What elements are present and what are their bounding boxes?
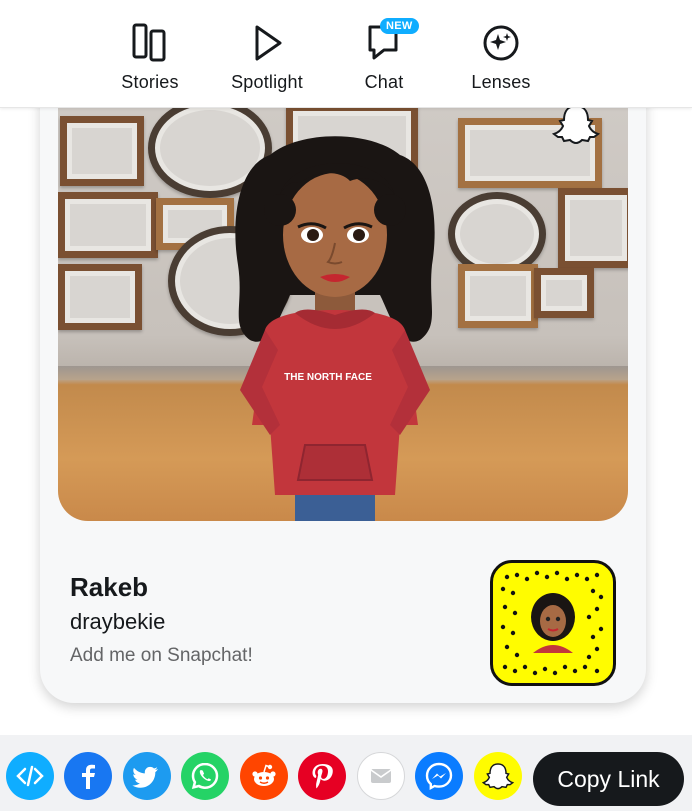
top-navigation: Stories Spotlight Chat NEW Lenses — [0, 0, 692, 108]
profile-username: draybekie — [70, 609, 166, 634]
hoodie-logo-text: THE NORTH FACE — [284, 372, 372, 383]
share-facebook-button[interactable] — [64, 752, 112, 800]
messenger-icon — [425, 762, 453, 791]
reddit-icon — [252, 764, 276, 786]
twitter-icon — [132, 766, 158, 788]
wall-frame — [60, 116, 144, 186]
share-twitter-button[interactable] — [123, 752, 171, 800]
lenses-sparkle-icon — [481, 22, 521, 62]
nav-chat-label: Chat — [364, 72, 404, 92]
facebook-icon — [82, 764, 95, 789]
snapcode[interactable] — [490, 560, 616, 686]
nav-lenses-label: Lenses — [471, 72, 531, 92]
snapchat-ghost-icon — [482, 763, 514, 790]
nav-spotlight-label: Spotlight — [231, 72, 303, 92]
share-reddit-button[interactable] — [240, 752, 288, 800]
share-pinterest-button[interactable] — [298, 752, 346, 800]
share-whatsapp-button[interactable] — [181, 752, 229, 800]
share-embed-button[interactable] — [6, 752, 54, 800]
profile-display-name: Rakeb — [70, 572, 149, 602]
bitmoji-avatar: THE NORTH FACE — [235, 136, 435, 521]
wall-frame — [58, 192, 158, 258]
wall-frame — [534, 268, 594, 318]
share-snapchat-button[interactable] — [474, 752, 522, 800]
chat-new-badge: NEW — [380, 18, 419, 34]
snapchat-ghost-outline-icon — [552, 104, 600, 144]
email-icon — [370, 769, 392, 783]
wall-frame — [458, 264, 538, 328]
share-email-button[interactable] — [357, 752, 405, 800]
nav-spotlight[interactable]: Spotlight — [212, 22, 322, 93]
wall-frame — [58, 264, 142, 330]
nav-stories-label: Stories — [121, 72, 179, 92]
copy-link-button[interactable]: Copy Link — [533, 752, 684, 806]
nav-stories[interactable]: Stories — [95, 22, 205, 93]
nav-lenses[interactable]: Lenses — [446, 22, 556, 93]
share-messenger-button[interactable] — [415, 752, 463, 800]
add-me-text: Add me on Snapchat! — [70, 645, 253, 666]
pinterest-icon — [312, 764, 333, 789]
spotlight-play-icon — [247, 22, 287, 62]
whatsapp-icon — [191, 762, 219, 790]
stories-icon — [130, 22, 170, 62]
embed-code-icon — [16, 765, 44, 787]
wall-frame — [558, 188, 628, 268]
snapcode-dots — [500, 570, 604, 676]
